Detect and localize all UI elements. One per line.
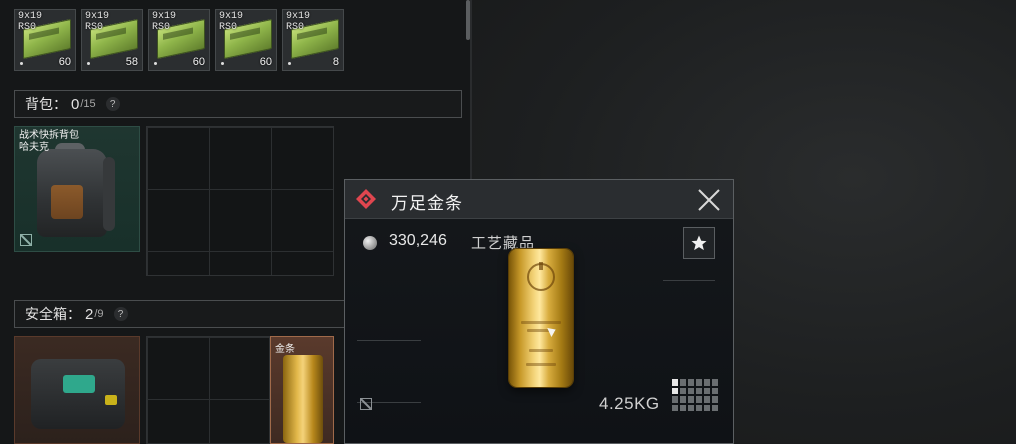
ammo-type: RS0 (286, 22, 305, 33)
backpack-pocket (51, 185, 83, 219)
safebox-grid[interactable] (146, 336, 270, 444)
ammo-slot[interactable]: 9x19 RS0 8 (282, 9, 344, 71)
item-weight: 4.25KG (599, 394, 660, 413)
gold-bar-item[interactable]: 金条 (270, 336, 334, 444)
ammo-caliber: 9x19 (18, 11, 43, 22)
ammo-slot[interactable]: 9x19 RS0 60 (14, 9, 76, 71)
favorite-button[interactable] (683, 227, 715, 259)
engraving (521, 321, 561, 324)
safebox-equip-slot[interactable] (14, 336, 140, 444)
star-icon (691, 235, 707, 251)
ammo-count: 60 (259, 56, 272, 68)
ammo-dot-icon (87, 62, 90, 65)
ammo-type: RS0 (152, 22, 171, 33)
help-icon[interactable]: ? (113, 307, 128, 321)
divider (663, 280, 715, 281)
safebox-label: 安全箱： (25, 306, 81, 322)
backpack-strap (103, 157, 115, 231)
ammo-type: RS0 (219, 22, 238, 33)
ammo-dot-icon (154, 62, 157, 65)
safebox-tag (105, 395, 117, 405)
engraving (526, 363, 556, 366)
no-insure-icon (360, 398, 372, 410)
backpack-max: /15 (80, 98, 96, 110)
engraving (529, 349, 553, 352)
backpack-name: 战术快拆背包 哈夫克 (19, 130, 79, 153)
coin-icon (363, 236, 377, 250)
backpack-grid[interactable] (146, 126, 334, 276)
ammo-caliber: 9x19 (219, 11, 244, 22)
item-tooltip: 万足金条 330,246 工艺藏品 4.25KG (344, 179, 734, 444)
ammo-slot[interactable]: 9x19 RS0 58 (81, 9, 143, 71)
gold-bar-name: 金条 (275, 344, 295, 355)
safebox-icon (31, 359, 125, 429)
ammo-dot-icon (20, 62, 23, 65)
ammo-type: RS0 (18, 22, 37, 33)
scrollbar[interactable] (466, 0, 470, 40)
safebox-latch (63, 375, 95, 393)
tooltip-header: 万足金条 (345, 180, 733, 219)
help-icon[interactable]: ? (105, 97, 120, 111)
ammo-count: 8 (332, 56, 339, 68)
ammo-count: 60 (192, 56, 205, 68)
gold-bar-icon (283, 355, 323, 443)
backpack-label: 背包： (25, 96, 67, 112)
item-price: 330,246 (389, 232, 447, 249)
ammo-dot-icon (221, 62, 224, 65)
ammo-caliber: 9x19 (152, 11, 177, 22)
safebox-count: 2 (85, 305, 94, 323)
divider (357, 340, 421, 341)
no-insure-icon (20, 234, 32, 246)
diamond-icon (356, 189, 376, 209)
item-size-grid (672, 379, 718, 411)
safebox-max: /9 (94, 308, 104, 320)
gold-bar-image (509, 249, 573, 387)
close-icon[interactable] (697, 188, 721, 212)
backpack-equip-slot[interactable]: 战术快拆背包 哈夫克 (14, 126, 140, 252)
backpack-count: 0 (71, 95, 80, 113)
ammo-dot-icon (288, 62, 291, 65)
ammo-count: 58 (125, 56, 138, 68)
backpack-header: 背包： 0 /15 ? (14, 90, 462, 118)
ammo-caliber: 9x19 (286, 11, 311, 22)
ammo-type: RS0 (85, 22, 104, 33)
ammo-slot[interactable]: 9x19 RS0 60 (215, 9, 277, 71)
ammo-caliber: 9x19 (85, 11, 110, 22)
ammo-count: 60 (58, 56, 71, 68)
item-title: 万足金条 (391, 194, 463, 213)
gold-bar-emblem (527, 262, 555, 291)
ammo-slot[interactable]: 9x19 RS0 60 (148, 9, 210, 71)
